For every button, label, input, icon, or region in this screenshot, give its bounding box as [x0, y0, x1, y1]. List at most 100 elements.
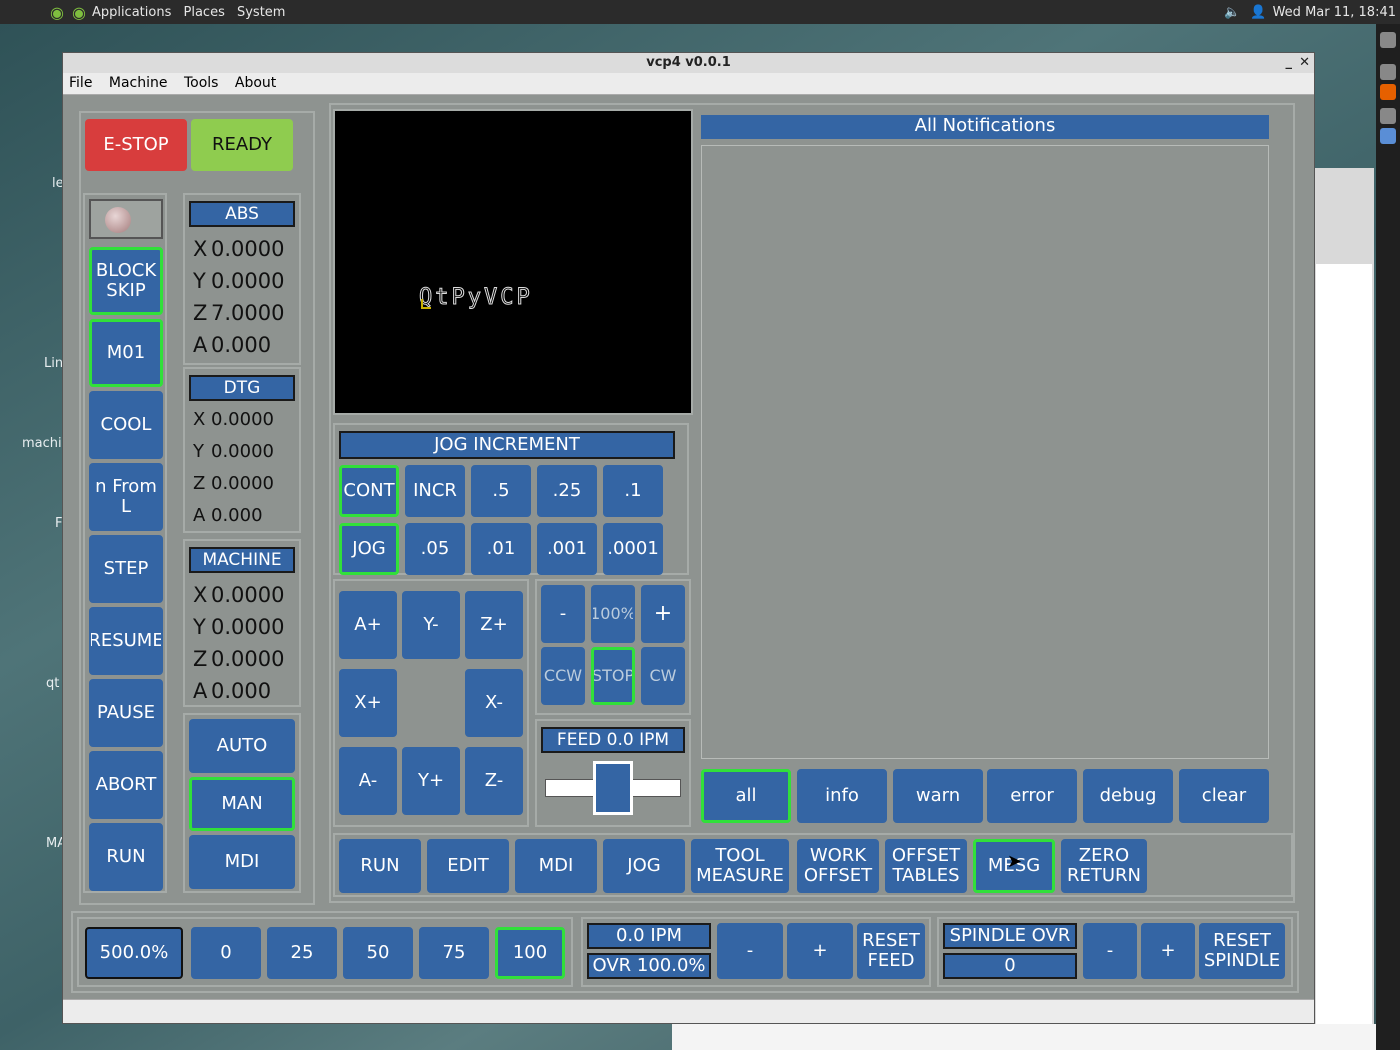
feed-rate-label: FEED 0.0 IPM: [541, 727, 685, 753]
m01-button[interactable]: M01: [89, 319, 163, 387]
tab-jog[interactable]: JOG: [603, 839, 685, 893]
feed-slider-handle[interactable]: [593, 761, 633, 815]
resume-button[interactable]: RESUME: [89, 607, 163, 675]
reset-feed-button[interactable]: RESET FEED: [857, 923, 925, 979]
increment-button[interactable]: .001: [537, 523, 597, 575]
spindle-stop-button[interactable]: STOP: [591, 647, 635, 705]
folder-icon[interactable]: [1380, 108, 1396, 124]
run-from-line-button[interactable]: n From L: [89, 463, 163, 531]
menu-about[interactable]: About: [235, 75, 276, 91]
notify-filter-error-button[interactable]: error: [987, 769, 1077, 823]
menu-machine[interactable]: Machine: [109, 75, 168, 91]
feed-decrease-button[interactable]: -: [717, 923, 783, 979]
gnome-foot-icon[interactable]: ◉: [50, 3, 64, 22]
user-icon[interactable]: 👤: [1250, 5, 1266, 20]
spindle-override-title: SPINDLE OVR: [943, 923, 1077, 949]
side-dock: [1376, 24, 1400, 1050]
backplot-preview[interactable]: QtPyVCP: [333, 109, 693, 415]
spindle-faster-button[interactable]: +: [641, 585, 685, 643]
jog-x-plus-button[interactable]: X+: [339, 669, 397, 737]
app-icon[interactable]: [1380, 64, 1396, 80]
increment-button[interactable]: .05: [405, 523, 465, 575]
dro-machine-title: MACHINE: [189, 547, 295, 573]
jog-y-plus-button[interactable]: Y+: [402, 747, 460, 815]
dro-row: Y 0.0000: [193, 441, 274, 462]
close-icon[interactable]: ✕: [1299, 53, 1310, 72]
rapid-preset-button[interactable]: 0: [191, 927, 261, 979]
estop-button[interactable]: E-STOP: [85, 119, 187, 171]
jog-x-minus-button[interactable]: X-: [465, 669, 523, 737]
firefox-icon[interactable]: [1380, 84, 1396, 100]
reset-spindle-button[interactable]: RESET SPINDLE: [1199, 923, 1285, 979]
launcher-icon[interactable]: ◉: [72, 3, 86, 22]
ready-button[interactable]: READY: [191, 119, 293, 171]
tab-edit[interactable]: EDIT: [427, 839, 509, 893]
minimize-icon[interactable]: _: [1286, 53, 1293, 72]
notifications-title: All Notifications: [701, 115, 1269, 139]
notify-filter-debug-button[interactable]: debug: [1083, 769, 1173, 823]
increment-button[interactable]: .5: [471, 465, 531, 517]
jog-increment-title: JOG INCREMENT: [339, 431, 675, 459]
notify-filter-warn-button[interactable]: warn: [893, 769, 983, 823]
notify-clear-button[interactable]: clear: [1179, 769, 1269, 823]
system-menu[interactable]: System: [237, 5, 285, 20]
desktop-label[interactable]: qt: [46, 676, 59, 691]
window-title: vcp4 v0.0.1: [646, 55, 731, 70]
tab-tool-measure[interactable]: TOOL MEASURE: [691, 839, 789, 893]
spindle-cw-button[interactable]: CW: [641, 647, 685, 705]
menu-tools[interactable]: Tools: [184, 75, 219, 91]
pause-button[interactable]: PAUSE: [89, 679, 163, 747]
jog-a-minus-button[interactable]: A-: [339, 747, 397, 815]
feed-override-percent: OVR 100.0%: [587, 953, 711, 979]
notifications-list[interactable]: [701, 145, 1269, 759]
jog-z-minus-button[interactable]: Z-: [465, 747, 523, 815]
spindle-override-increase-button[interactable]: +: [1141, 923, 1195, 979]
increment-button[interactable]: .0001: [603, 523, 663, 575]
increment-incr-button[interactable]: INCR: [405, 465, 465, 517]
notify-filter-all-button[interactable]: all: [701, 769, 791, 823]
abort-button[interactable]: ABORT: [89, 751, 163, 819]
page-tabs: RUN EDIT MDI JOG TOOL MEASURE WORK OFFSE…: [333, 833, 1293, 897]
jog-z-plus-button[interactable]: Z+: [465, 591, 523, 659]
tab-zero-return[interactable]: ZERO RETURN: [1061, 839, 1147, 893]
tab-mdi[interactable]: MDI: [515, 839, 597, 893]
jog-y-minus-button[interactable]: Y-: [402, 591, 460, 659]
rapid-preset-button[interactable]: 25: [267, 927, 337, 979]
feed-increase-button[interactable]: +: [787, 923, 853, 979]
increment-button[interactable]: .25: [537, 465, 597, 517]
desktop-label[interactable]: machi: [22, 436, 62, 451]
tab-work-offset[interactable]: WORK OFFSET: [797, 839, 879, 893]
rapid-preset-button[interactable]: 75: [419, 927, 489, 979]
step-button[interactable]: STEP: [89, 535, 163, 603]
jog-increment-panel: JOG INCREMENT CONT INCR .5 .25 .1 JOG .0…: [333, 423, 689, 575]
increment-button[interactable]: .1: [603, 465, 663, 517]
places-menu[interactable]: Places: [184, 5, 225, 20]
applications-menu[interactable]: Applications: [92, 5, 171, 20]
mdi-mode-button[interactable]: MDI: [189, 835, 295, 889]
main-window: vcp4 v0.0.1 _ ✕ File Machine Tools About…: [62, 52, 1315, 1024]
clock[interactable]: Wed Mar 11, 18:41: [1273, 5, 1396, 20]
rapid-preset-button[interactable]: 100: [495, 927, 565, 979]
block-skip-button[interactable]: BLOCK SKIP: [89, 247, 163, 315]
jog-button[interactable]: JOG: [339, 523, 399, 575]
app-icon[interactable]: [1380, 32, 1396, 48]
jog-a-plus-button[interactable]: A+: [339, 591, 397, 659]
increment-button[interactable]: .01: [471, 523, 531, 575]
notify-filter-info-button[interactable]: info: [797, 769, 887, 823]
spindle-slower-button[interactable]: -: [541, 585, 585, 643]
volume-icon[interactable]: 🔈: [1224, 5, 1240, 20]
override-bar: 500.0% 0 25 50 75 100 0.0 IPM OVR 100.0%…: [71, 911, 1299, 993]
rapid-preset-button[interactable]: 50: [343, 927, 413, 979]
window-icon[interactable]: [1380, 128, 1396, 144]
coolant-button[interactable]: COOL: [89, 391, 163, 459]
tab-run[interactable]: RUN: [339, 839, 421, 893]
tab-offset-tables[interactable]: OFFSET TABLES: [885, 839, 967, 893]
spindle-override-decrease-button[interactable]: -: [1083, 923, 1137, 979]
desktop-label[interactable]: Lin: [44, 356, 63, 371]
spindle-ccw-button[interactable]: CCW: [541, 647, 585, 705]
auto-mode-button[interactable]: AUTO: [189, 719, 295, 773]
menu-file[interactable]: File: [69, 75, 92, 91]
manual-mode-button[interactable]: MAN: [189, 777, 295, 831]
increment-cont-button[interactable]: CONT: [339, 465, 399, 517]
run-button[interactable]: RUN: [89, 823, 163, 891]
